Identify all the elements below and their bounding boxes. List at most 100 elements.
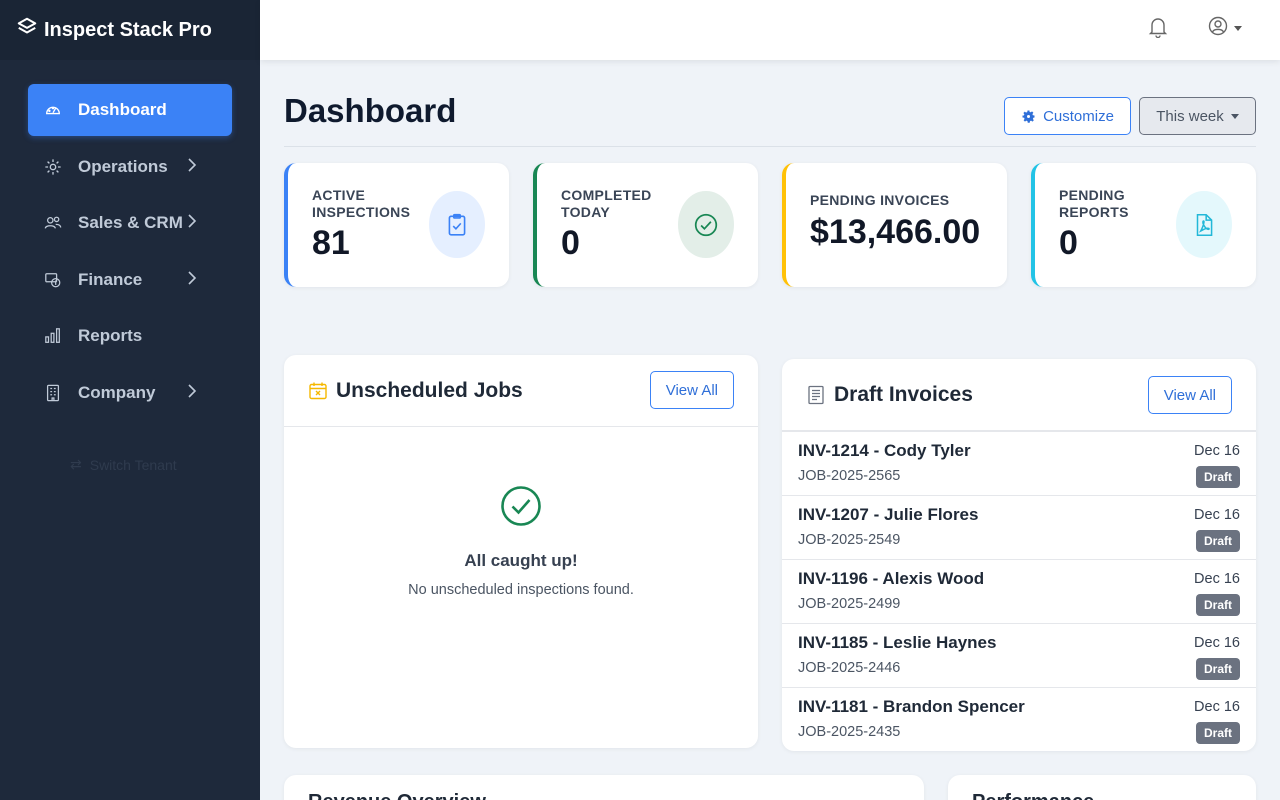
invoice-row[interactable]: INV-1214 - Cody Tyler JOB-2025-2565 Dec … <box>782 431 1256 495</box>
card-title: Performance <box>972 791 1094 800</box>
status-badge: Draft <box>1195 530 1240 552</box>
invoice-title: INV-1196 - Alexis Wood <box>798 569 985 588</box>
panel-title: Draft Invoices <box>834 382 973 406</box>
swap-icon: ⇄ <box>70 456 82 472</box>
invoice-job-number: JOB-2025-2565 <box>798 468 901 484</box>
date-range-dropdown[interactable]: This week <box>1139 97 1256 135</box>
caret-down-icon <box>1230 113 1239 119</box>
chevron-right-icon <box>188 157 197 172</box>
status-badge: Draft <box>1195 722 1240 744</box>
money-icon <box>42 269 64 291</box>
panel-header: Unscheduled Jobs View All <box>284 355 758 427</box>
user-circle-icon <box>1208 16 1228 36</box>
invoice-title: INV-1185 - Leslie Haynes <box>798 633 997 652</box>
status-badge: Draft <box>1195 466 1240 488</box>
invoice-title: INV-1207 - Julie Flores <box>798 505 979 524</box>
chevron-right-icon <box>188 270 197 285</box>
invoice-date: Dec 16 <box>1194 571 1240 587</box>
building-icon <box>42 382 64 404</box>
panel-header: Draft Invoices View All <box>782 359 1256 431</box>
pdf-file-icon <box>1176 191 1232 258</box>
topbar <box>260 0 1280 60</box>
sidebar-item-operations[interactable]: Operations <box>28 141 232 193</box>
receipt-icon <box>808 385 824 404</box>
gear-icon <box>1022 110 1035 123</box>
status-badge: Draft <box>1195 594 1240 616</box>
stat-value: 81 <box>312 224 350 262</box>
sidebar-item-label: Finance <box>78 269 143 289</box>
stat-label: PENDING REPORTS <box>1059 187 1129 220</box>
invoice-row[interactable]: INV-1207 - Julie Flores JOB-2025-2549 De… <box>782 495 1256 559</box>
stat-value: 0 <box>561 224 580 262</box>
invoice-date: Dec 16 <box>1194 507 1240 523</box>
invoice-date: Dec 16 <box>1194 443 1240 459</box>
brand[interactable]: Inspect Stack Pro <box>0 0 260 60</box>
stat-card-pending-invoices[interactable]: PENDING INVOICES $13,466.00 <box>782 163 1007 287</box>
stat-value: $13,466.00 <box>810 213 981 251</box>
sidebar: Inspect Stack Pro Dashboard Operations S… <box>0 0 260 800</box>
stat-label: COMPLETED TODAY <box>561 187 652 220</box>
page-title: Dashboard <box>284 92 457 129</box>
invoice-row[interactable]: INV-1196 - Alexis Wood JOB-2025-2499 Dec… <box>782 559 1256 623</box>
view-all-button[interactable]: View All <box>1147 376 1232 414</box>
invoice-date: Dec 16 <box>1194 699 1240 715</box>
bell-icon[interactable] <box>1148 16 1168 38</box>
caret-down-icon <box>1234 25 1242 31</box>
switch-tenant-label: Switch Tenant <box>89 456 177 473</box>
stat-card-active-inspections[interactable]: ACTIVE INSPECTIONS 81 <box>284 163 509 287</box>
empty-state-message: No unscheduled inspections found. <box>408 582 634 598</box>
performance-card: Performance <box>948 775 1256 800</box>
sidebar-item-label: Reports <box>78 326 143 345</box>
sidebar-item-company[interactable]: Company <box>28 367 232 419</box>
customize-button[interactable]: Customize <box>1004 97 1131 135</box>
stat-value: 0 <box>1059 224 1078 262</box>
stat-label: PENDING INVOICES <box>810 192 950 208</box>
bar-chart-icon <box>42 325 64 347</box>
invoice-job-number: JOB-2025-2446 <box>798 660 901 676</box>
sidebar-item-reports[interactable]: Reports <box>28 310 232 362</box>
sidebar-item-finance[interactable]: Finance <box>28 254 232 306</box>
sidebar-nav: Dashboard Operations Sales & CRM Finance <box>28 84 232 423</box>
invoice-job-number: JOB-2025-2499 <box>798 596 901 612</box>
invoice-job-number: JOB-2025-2549 <box>798 532 901 548</box>
sidebar-item-label: Company <box>78 382 156 402</box>
sidebar-item-sales-crm[interactable]: Sales & CRM <box>28 197 232 249</box>
header-divider <box>284 146 1256 147</box>
chevron-right-icon <box>188 383 197 398</box>
date-range-label: This week <box>1156 107 1224 125</box>
check-circle-icon <box>501 486 541 526</box>
user-menu[interactable] <box>1208 16 1242 36</box>
clipboard-check-icon <box>429 191 485 258</box>
chevron-right-icon <box>188 214 197 228</box>
gear-icon <box>42 156 64 178</box>
calendar-x-icon <box>309 382 327 399</box>
check-circle-icon <box>678 191 734 258</box>
invoice-row[interactable]: INV-1185 - Leslie Haynes JOB-2025-2446 D… <box>782 623 1256 687</box>
unscheduled-jobs-panel: Unscheduled Jobs View All All caught up!… <box>284 355 758 748</box>
stat-card-pending-reports[interactable]: PENDING REPORTS 0 <box>1031 163 1256 287</box>
speedometer-icon <box>42 99 64 121</box>
view-all-button[interactable]: View All <box>649 371 734 409</box>
layers-icon <box>16 16 38 44</box>
empty-state-title: All caught up! <box>464 551 578 570</box>
invoice-title: INV-1181 - Brandon Spencer <box>798 697 1025 716</box>
card-title: Revenue Overview <box>308 791 486 800</box>
brand-name: Inspect Stack Pro <box>44 18 212 41</box>
stat-label: ACTIVE INSPECTIONS <box>312 187 411 220</box>
switch-tenant-link[interactable]: ⇄ Switch Tenant <box>70 456 177 473</box>
sidebar-item-label: Operations <box>78 156 168 176</box>
sidebar-item-dashboard[interactable]: Dashboard <box>28 84 232 136</box>
revenue-overview-card: Revenue Overview <box>284 775 924 800</box>
panel-title: Unscheduled Jobs <box>336 378 523 402</box>
sidebar-item-label: Dashboard <box>78 100 167 119</box>
invoice-row[interactable]: INV-1181 - Brandon Spencer JOB-2025-2435… <box>782 687 1256 751</box>
customize-label: Customize <box>1043 107 1114 125</box>
status-badge: Draft <box>1195 658 1240 680</box>
stat-card-completed-today[interactable]: COMPLETED TODAY 0 <box>533 163 758 287</box>
invoice-title: INV-1214 - Cody Tyler <box>798 441 971 460</box>
invoice-date: Dec 16 <box>1194 635 1240 651</box>
draft-invoices-panel: Draft Invoices View All INV-1214 - Cody … <box>782 359 1256 751</box>
sidebar-item-label: Sales & CRM <box>78 213 183 232</box>
invoice-job-number: JOB-2025-2435 <box>798 724 901 740</box>
people-icon <box>42 212 64 234</box>
